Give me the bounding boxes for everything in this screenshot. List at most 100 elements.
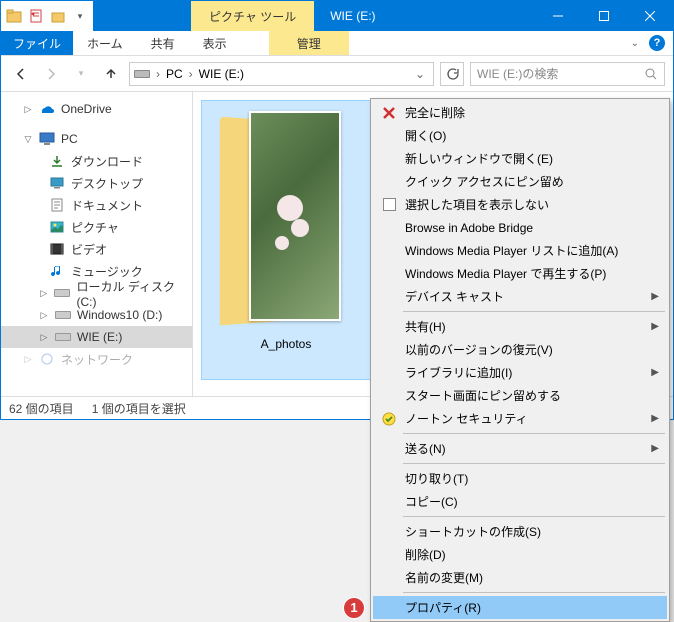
search-input[interactable]: WIE (E:)の検索 — [470, 62, 665, 86]
expander-icon[interactable]: ▽ — [23, 134, 33, 145]
tree-label: ローカル ディスク (C:) — [76, 278, 192, 309]
submenu-arrow-icon: ▶ — [651, 321, 659, 332]
help-icon[interactable]: ? — [649, 35, 665, 51]
contextual-tab-label: ピクチャ ツール — [191, 1, 314, 31]
folder-icon — [5, 7, 23, 25]
menu-rename[interactable]: 名前の変更(M) — [373, 566, 667, 589]
address-bar[interactable]: › PC › WIE (E:) ⌄ — [129, 62, 434, 86]
menu-norton[interactable]: ノートン セキュリティ▶ — [373, 407, 667, 430]
up-button[interactable] — [99, 62, 123, 86]
back-button[interactable] — [9, 62, 33, 86]
folder-item-selected[interactable]: A_photos — [201, 100, 371, 380]
status-item-count: 62 個の項目 — [9, 400, 74, 417]
breadcrumb-drive[interactable]: WIE (E:) — [199, 67, 244, 81]
ribbon-expand-icon[interactable]: ⌄ — [631, 38, 639, 49]
expander-icon[interactable]: ▷ — [23, 354, 33, 365]
downloads-icon — [49, 153, 65, 169]
menu-pin-start[interactable]: スタート画面にピン留めする — [373, 384, 667, 407]
tab-view[interactable]: 表示 — [189, 31, 241, 55]
menu-restore-previous[interactable]: 以前のバージョンの復元(V) — [373, 338, 667, 361]
pc-icon — [39, 131, 55, 147]
tab-file[interactable]: ファイル — [1, 31, 73, 55]
menu-properties[interactable]: 1 プロパティ(R) — [373, 596, 667, 619]
folder-name: A_photos — [261, 337, 312, 351]
recent-dropdown-icon[interactable]: ▾ — [69, 62, 93, 86]
minimize-button[interactable] — [535, 1, 581, 31]
context-menu: 完全に削除 開く(O) 新しいウィンドウで開く(E) クイック アクセスにピン留… — [370, 98, 670, 622]
menu-send-to[interactable]: 送る(N)▶ — [373, 437, 667, 460]
videos-icon — [49, 241, 65, 257]
expander-icon[interactable]: ▷ — [23, 104, 33, 115]
tree-documents[interactable]: ドキュメント — [1, 194, 192, 216]
submenu-arrow-icon: ▶ — [651, 413, 659, 424]
network-icon — [39, 351, 55, 367]
tree-label: ネットワーク — [61, 351, 133, 368]
chevron-right-icon[interactable]: › — [185, 67, 197, 81]
menu-separator — [403, 433, 665, 434]
menu-separator — [403, 463, 665, 464]
checkbox-icon — [377, 198, 401, 211]
new-folder-icon[interactable] — [49, 7, 67, 25]
menu-add-to-library[interactable]: ライブラリに追加(I)▶ — [373, 361, 667, 384]
title-bar: ▾ ピクチャ ツール WIE (E:) — [1, 1, 673, 31]
menu-delete-permanently[interactable]: 完全に削除 — [373, 101, 667, 124]
menu-cut[interactable]: 切り取り(T) — [373, 467, 667, 490]
tree-downloads[interactable]: ダウンロード — [1, 150, 192, 172]
tree-pc[interactable]: ▽ PC — [1, 128, 192, 150]
drive-icon — [54, 285, 70, 301]
search-placeholder: WIE (E:)の検索 — [477, 65, 644, 82]
expander-icon[interactable]: ▷ — [39, 310, 49, 321]
nav-toolbar: ▾ › PC › WIE (E:) ⌄ WIE (E:)の検索 — [1, 56, 673, 92]
menu-device-cast[interactable]: デバイス キャスト▶ — [373, 285, 667, 308]
forward-button[interactable] — [39, 62, 63, 86]
tree-label: デスクトップ — [71, 175, 143, 192]
menu-separator — [403, 592, 665, 593]
expander-icon[interactable]: ▷ — [39, 288, 48, 299]
folder-thumbnail — [221, 111, 351, 331]
tree-onedrive[interactable]: ▷ OneDrive — [1, 98, 192, 120]
tree-desktop[interactable]: デスクトップ — [1, 172, 192, 194]
menu-separator — [403, 516, 665, 517]
menu-copy[interactable]: コピー(C) — [373, 490, 667, 513]
menu-create-shortcut[interactable]: ショートカットの作成(S) — [373, 520, 667, 543]
menu-wmp-add[interactable]: Windows Media Player リストに追加(A) — [373, 239, 667, 262]
expander-icon[interactable]: ▷ — [39, 332, 49, 343]
breadcrumb-pc[interactable]: PC — [166, 67, 183, 81]
tree-label: ビデオ — [71, 241, 107, 258]
qat-dropdown-icon[interactable]: ▾ — [71, 7, 89, 25]
tree-videos[interactable]: ビデオ — [1, 238, 192, 260]
tree-wie-e[interactable]: ▷ WIE (E:) — [1, 326, 192, 348]
music-icon — [49, 263, 65, 279]
search-icon — [644, 67, 658, 81]
maximize-button[interactable] — [581, 1, 627, 31]
menu-share[interactable]: 共有(H)▶ — [373, 315, 667, 338]
pictures-icon — [49, 219, 65, 235]
status-selected-count: 1 個の項目を選択 — [92, 400, 186, 417]
tree-network[interactable]: ▷ ネットワーク — [1, 348, 192, 370]
tree-pictures[interactable]: ピクチャ — [1, 216, 192, 238]
tab-manage[interactable]: 管理 — [269, 31, 349, 55]
drive-icon — [55, 329, 71, 345]
documents-icon — [49, 197, 65, 213]
properties-icon[interactable] — [27, 7, 45, 25]
tree-label: ドキュメント — [71, 197, 143, 214]
menu-pin-quick-access[interactable]: クイック アクセスにピン留め — [373, 170, 667, 193]
menu-open[interactable]: 開く(O) — [373, 124, 667, 147]
tree-label: ダウンロード — [71, 153, 143, 170]
menu-open-new-window[interactable]: 新しいウィンドウで開く(E) — [373, 147, 667, 170]
refresh-button[interactable] — [440, 62, 464, 86]
tree-local-c[interactable]: ▷ ローカル ディスク (C:) — [1, 282, 192, 304]
tab-home[interactable]: ホーム — [73, 31, 137, 55]
tree-label: OneDrive — [61, 102, 112, 116]
menu-delete[interactable]: 削除(D) — [373, 543, 667, 566]
tree-label: PC — [61, 132, 78, 146]
menu-adobe-bridge[interactable]: Browse in Adobe Bridge — [373, 216, 667, 239]
tab-share[interactable]: 共有 — [137, 31, 189, 55]
tree-label: WIE (E:) — [77, 330, 122, 344]
desktop-icon — [49, 175, 65, 191]
menu-hide-selected[interactable]: 選択した項目を表示しない — [373, 193, 667, 216]
chevron-right-icon[interactable]: › — [152, 67, 164, 81]
close-button[interactable] — [627, 1, 673, 31]
menu-wmp-play[interactable]: Windows Media Player で再生する(P) — [373, 262, 667, 285]
address-dropdown-icon[interactable]: ⌄ — [411, 67, 429, 81]
